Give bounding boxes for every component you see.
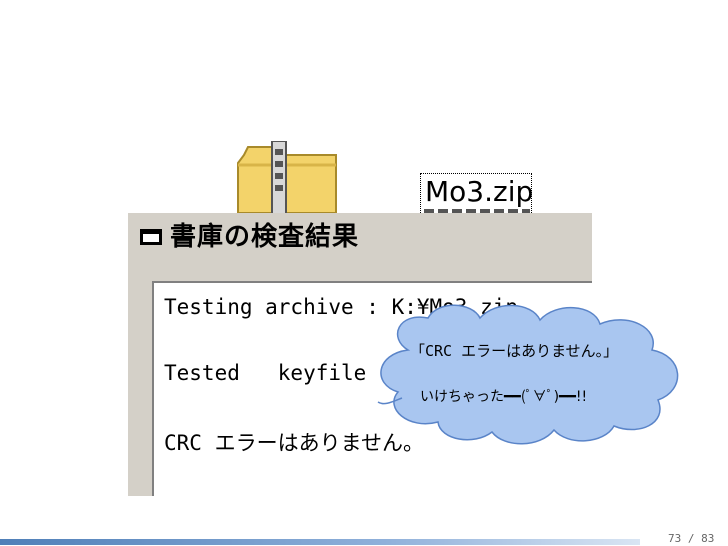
- dialog-title: 書庫の検査結果: [170, 222, 360, 252]
- callout-text-line2: いけちゃった━━(ﾟ∀ﾟ)━━!!: [420, 389, 588, 405]
- callout-text-line1: 「CRC エラーはありません。」: [410, 342, 619, 360]
- desktop-area: Mo3.zip: [162, 111, 592, 215]
- page-indicator: 73 / 83: [668, 532, 715, 545]
- dialog-titlebar[interactable]: 書庫の検査結果: [128, 213, 592, 257]
- zip-folder-icon[interactable]: [234, 141, 340, 215]
- footer-bar: [0, 539, 640, 545]
- window-icon: [140, 229, 162, 245]
- result-line-tested: Tested keyfile: [164, 361, 367, 385]
- speech-cloud: [377, 304, 679, 445]
